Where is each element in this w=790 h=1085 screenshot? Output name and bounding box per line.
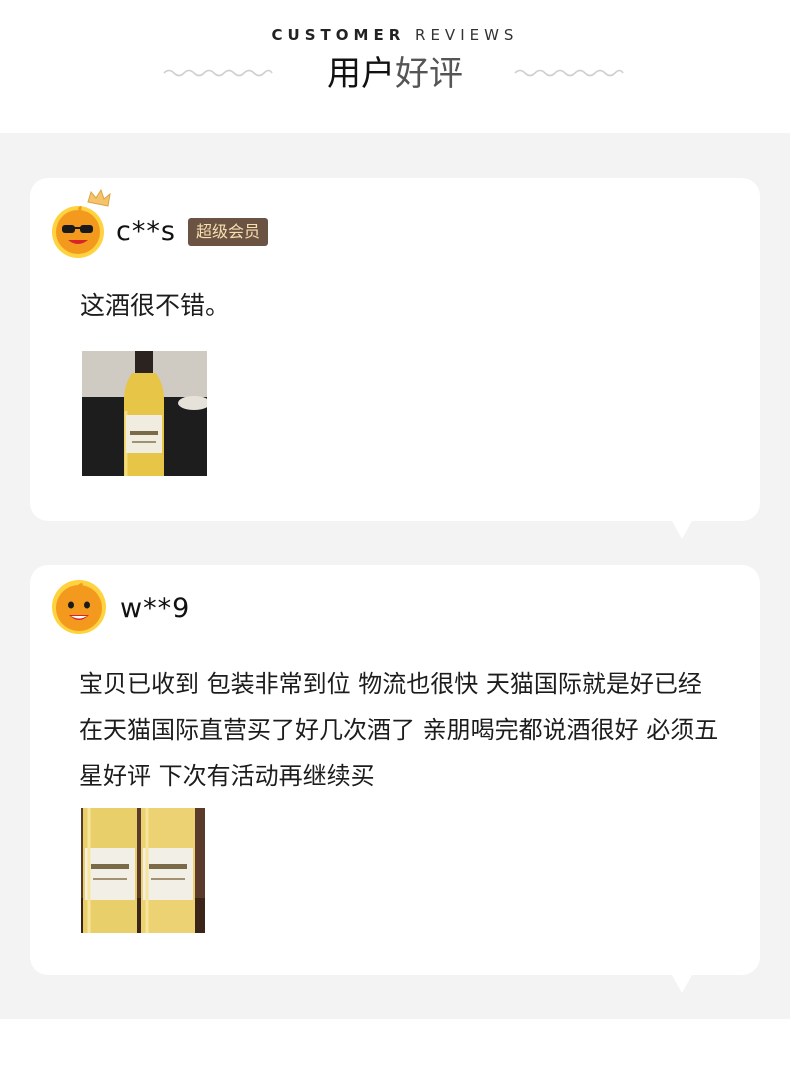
reviewer-username: w**9 (120, 593, 191, 624)
title-dark: 用户 (327, 54, 395, 94)
member-badge: 超级会员 (188, 218, 269, 246)
eyebrow-customer: CUSTOMER (271, 26, 406, 44)
title-light: 好评 (395, 54, 463, 94)
eyebrow-reviews: REVIEWS (415, 26, 519, 44)
mascot-smile-icon (52, 580, 106, 634)
mascot-sunglasses-crown-icon (52, 188, 111, 258)
review-photo[interactable] (81, 808, 205, 933)
wave-ornament-right-icon (514, 69, 624, 77)
review-text: 这酒很不错。 (80, 291, 231, 320)
reviewer-username: c**s (116, 216, 176, 247)
section-eyebrow: CUSTOMER REVIEWS (0, 26, 790, 44)
review-text: 宝贝已收到 包装非常到位 物流也很快 天猫国际就是好已经在天猫国际直营买了好几次… (79, 670, 719, 790)
section-title: 用户好评 (0, 52, 790, 96)
section-header: CUSTOMER REVIEWS 用户好评 (0, 0, 790, 133)
review-photo[interactable] (82, 351, 207, 476)
card-pointer (672, 975, 692, 993)
review-card: w**9 宝贝已收到 包装非常到位 物流也很快 天猫国际就是好已经在天猫国际直营… (30, 565, 760, 993)
card-pointer (672, 521, 692, 539)
review-card: c**s 超级会员 这酒很不错。 (30, 178, 760, 539)
